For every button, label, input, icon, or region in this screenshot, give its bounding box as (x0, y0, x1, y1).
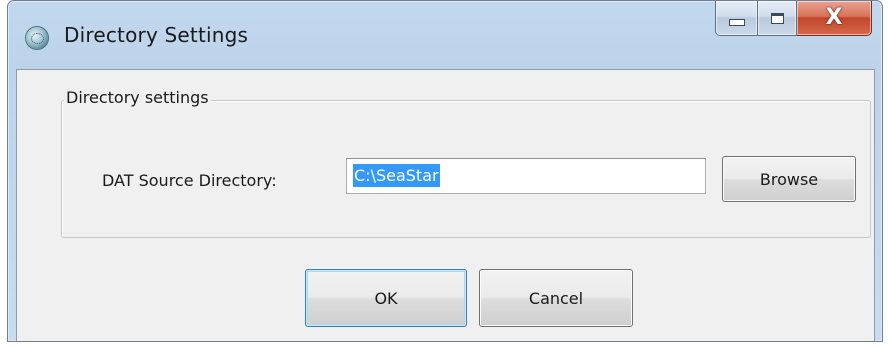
dialog-window: Directory Settings X Directory settings … (7, 0, 883, 342)
minimize-button[interactable] (715, 1, 758, 36)
window-title: Directory Settings (64, 23, 249, 47)
maximize-button[interactable] (758, 1, 797, 36)
browse-button[interactable]: Browse (722, 156, 856, 202)
close-icon: X (825, 5, 843, 30)
dat-source-directory-input[interactable]: C:\SeaStar (346, 158, 706, 194)
directory-settings-group: Directory settings DAT Source Directory:… (61, 88, 871, 238)
minimize-icon (728, 18, 745, 26)
cancel-button[interactable]: Cancel (479, 269, 633, 327)
group-legend: Directory settings (64, 88, 211, 107)
ok-button[interactable]: OK (305, 269, 467, 327)
selected-text: C:\SeaStar (353, 164, 440, 187)
dialog-client-area: Directory settings DAT Source Directory:… (16, 69, 875, 341)
title-bar[interactable]: Directory Settings X (8, 1, 882, 69)
close-button[interactable]: X (797, 1, 872, 36)
dat-source-directory-label: DAT Source Directory: (102, 171, 277, 190)
maximize-icon (770, 12, 784, 24)
caption-buttons: X (715, 1, 872, 37)
app-globe-icon (26, 27, 48, 49)
